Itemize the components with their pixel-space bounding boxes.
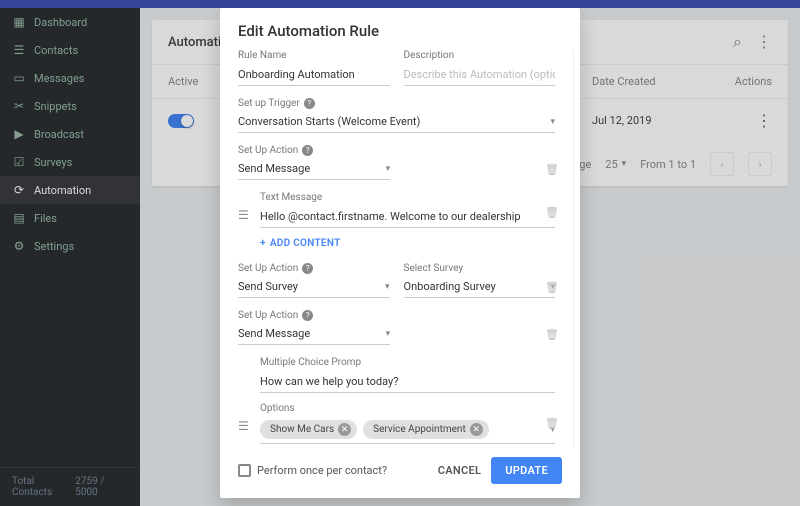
description-label: Description [404,50,556,61]
perform-once-checkbox[interactable] [238,464,251,477]
list-icon: ☰ [238,419,249,433]
multiple-choice-label: Multiple Choice Promp [260,357,555,368]
text-message-input[interactable] [260,206,555,228]
list-icon: ☰ [238,208,249,222]
select-survey-select[interactable]: Onboarding Survey▾ [404,276,556,298]
edit-automation-modal: Edit Automation Rule Rule Name Descripti… [220,8,580,498]
chip-remove-icon[interactable]: ✕ [470,423,483,436]
trash-icon[interactable]: 🗑 [545,206,559,219]
action2-select[interactable]: Send Survey▾ [238,276,390,298]
select-survey-label: Select Survey [404,263,556,274]
rule-name-label: Rule Name [238,50,390,61]
action1-label: Set Up Action [238,145,298,156]
add-content-button[interactable]: ADD CONTENT [260,238,555,249]
perform-once-label: Perform once per contact? [257,464,387,477]
action3-select[interactable]: Send Message▾ [238,323,390,345]
rule-name-input[interactable] [238,64,390,86]
action3-label: Set Up Action [238,310,298,321]
help-icon[interactable]: ? [302,145,313,156]
modal-title: Edit Automation Rule [220,8,580,50]
trash-icon[interactable]: 🗑 [545,328,559,341]
trigger-select[interactable]: Conversation Starts (Welcome Event)▾ [238,111,555,133]
help-icon[interactable]: ? [302,310,313,321]
action2-label: Set Up Action [238,263,298,274]
options-chips[interactable]: Show Me Cars✕ Service Appointment✕ ▾ [260,416,555,444]
modal-overlay: Edit Automation Rule Rule Name Descripti… [0,0,800,506]
multiple-choice-input[interactable] [260,371,555,393]
chip: Service Appointment✕ [363,420,489,439]
trash-icon[interactable]: 🗑 [545,281,559,294]
chip: Show Me Cars✕ [260,420,357,439]
trash-icon[interactable]: 🗑 [545,163,559,176]
chip-remove-icon[interactable]: ✕ [338,423,351,436]
help-icon[interactable]: ? [302,263,313,274]
description-input[interactable] [404,64,556,86]
trash-icon[interactable]: 🗑 [545,417,559,430]
text-message-label: Text Message [260,192,555,203]
options-label: Options [260,403,555,414]
action1-select[interactable]: Send Message▾ [238,158,390,180]
cancel-button[interactable]: CANCEL [438,464,481,477]
update-button[interactable]: UPDATE [491,457,562,484]
trigger-label: Set up Trigger [238,98,300,109]
help-icon[interactable]: ? [304,98,315,109]
